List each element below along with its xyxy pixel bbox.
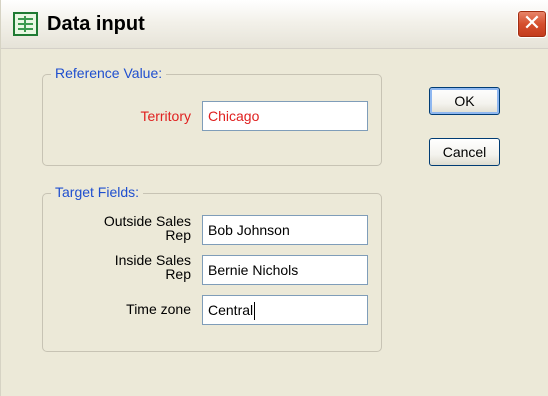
reference-value-legend: Reference Value: (51, 65, 167, 81)
territory-label: Territory (140, 108, 191, 124)
inside-sales-rep-label-line1: Inside Sales (114, 252, 191, 268)
spreadsheet-icon (13, 12, 38, 36)
outside-sales-rep-label-line2: Rep (165, 227, 191, 243)
outside-sales-rep-label-line1: Outside Sales (103, 213, 191, 229)
close-icon: ✕ (522, 11, 542, 36)
time-zone-input[interactable]: Central (202, 295, 368, 325)
cancel-button[interactable]: Cancel (429, 138, 500, 166)
text-caret (254, 302, 256, 321)
inside-sales-rep-label-line2: Rep (165, 266, 191, 282)
close-button[interactable]: ✕ (517, 10, 547, 38)
outside-sales-rep-input[interactable]: Bob Johnson (202, 215, 368, 245)
data-input-dialog: Data input ✕ Reference Value: Territory … (0, 0, 548, 396)
title-bar[interactable]: Data input ✕ (1, 0, 548, 49)
target-fields-legend: Target Fields: (51, 184, 144, 200)
time-zone-value: Central (208, 302, 254, 318)
ok-button[interactable]: OK (429, 87, 500, 115)
time-zone-label: Time zone (126, 301, 191, 317)
window-title: Data input (47, 13, 145, 35)
territory-input[interactable]: Chicago (202, 101, 368, 131)
inside-sales-rep-label: Inside Sales Rep (61, 253, 191, 281)
inside-sales-rep-input[interactable]: Bernie Nichols (202, 255, 368, 285)
outside-sales-rep-label: Outside Sales Rep (61, 214, 191, 242)
